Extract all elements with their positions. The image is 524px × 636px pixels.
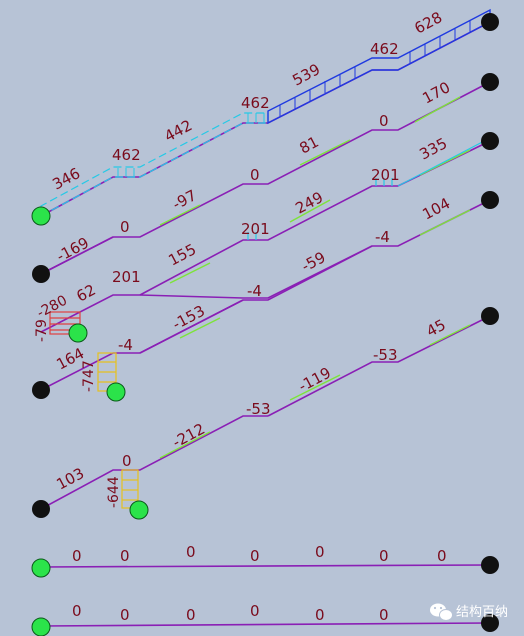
label-l4-6: 104	[419, 194, 453, 223]
label-l7-2: 0	[186, 543, 196, 561]
label-l4-3: -4	[247, 282, 262, 300]
label-l7-5: 0	[379, 547, 389, 565]
label-l4-1: 201	[112, 268, 141, 286]
watermark: 结构百纳	[430, 603, 508, 621]
label-l3-4: 335	[416, 134, 450, 163]
label-l5-4: -119	[295, 364, 334, 396]
moment-fill-level-1	[40, 8, 491, 218]
column-label-0: -79	[34, 319, 50, 342]
label-l1-3: 462	[241, 94, 270, 112]
beam-level-7	[40, 564, 491, 568]
beam-level-6	[40, 415, 268, 510]
watermark-text: 结构百纳	[456, 605, 508, 620]
label-l8-1: 0	[120, 606, 130, 624]
label-l7-6: 0	[437, 547, 447, 565]
label-l3-0: -169	[53, 234, 92, 266]
label-l2-3: 81	[296, 133, 321, 158]
column-label-1: -280	[34, 292, 70, 321]
wechat-icon	[430, 603, 453, 621]
label-l1-0: 346	[49, 164, 83, 193]
label-l2-0: 0	[120, 218, 130, 236]
column-label-3: -644	[106, 476, 122, 508]
label-l8-4: 0	[315, 606, 325, 624]
label-l2-2: 0	[250, 166, 260, 184]
beam-level-8	[40, 622, 491, 627]
label-l5-3: -53	[246, 400, 271, 418]
moment-fill-level-3	[247, 137, 491, 240]
beam-moment-diagram: 346 462 442 462 539 462 628 0 -97 0 81 0…	[31, 8, 508, 636]
label-l3-1: 201	[241, 220, 270, 238]
label-l6-0: 103	[53, 464, 87, 493]
label-l1-2: 442	[161, 116, 195, 145]
label-l8-0: 0	[72, 602, 82, 620]
label-l1-6: 628	[411, 8, 445, 37]
label-l8-3: 0	[250, 602, 260, 620]
column-label-2: -747	[81, 360, 97, 392]
label-l3-3: 201	[371, 166, 400, 184]
label-l1-1: 462	[112, 146, 141, 164]
label-l4-2: 155	[165, 240, 199, 269]
label-l2-4: 0	[379, 112, 389, 130]
label-l8-5: 0	[379, 606, 389, 624]
label-l7-0: 0	[72, 547, 82, 565]
label-l4-5: -4	[375, 228, 390, 246]
label-l7-4: 0	[315, 543, 325, 561]
label-l1-5: 462	[370, 40, 399, 58]
label-l7-1: 0	[120, 547, 130, 565]
label-l4-0: 62	[73, 281, 98, 306]
label-l6-2: -212	[169, 420, 208, 452]
label-l5-1: -4	[118, 336, 133, 354]
label-l7-3: 0	[250, 547, 260, 565]
label-l6-1: 0	[122, 452, 132, 470]
beam-level-1	[40, 21, 491, 217]
label-l8-2: 0	[186, 606, 196, 624]
label-l5-5: -53	[373, 346, 398, 364]
